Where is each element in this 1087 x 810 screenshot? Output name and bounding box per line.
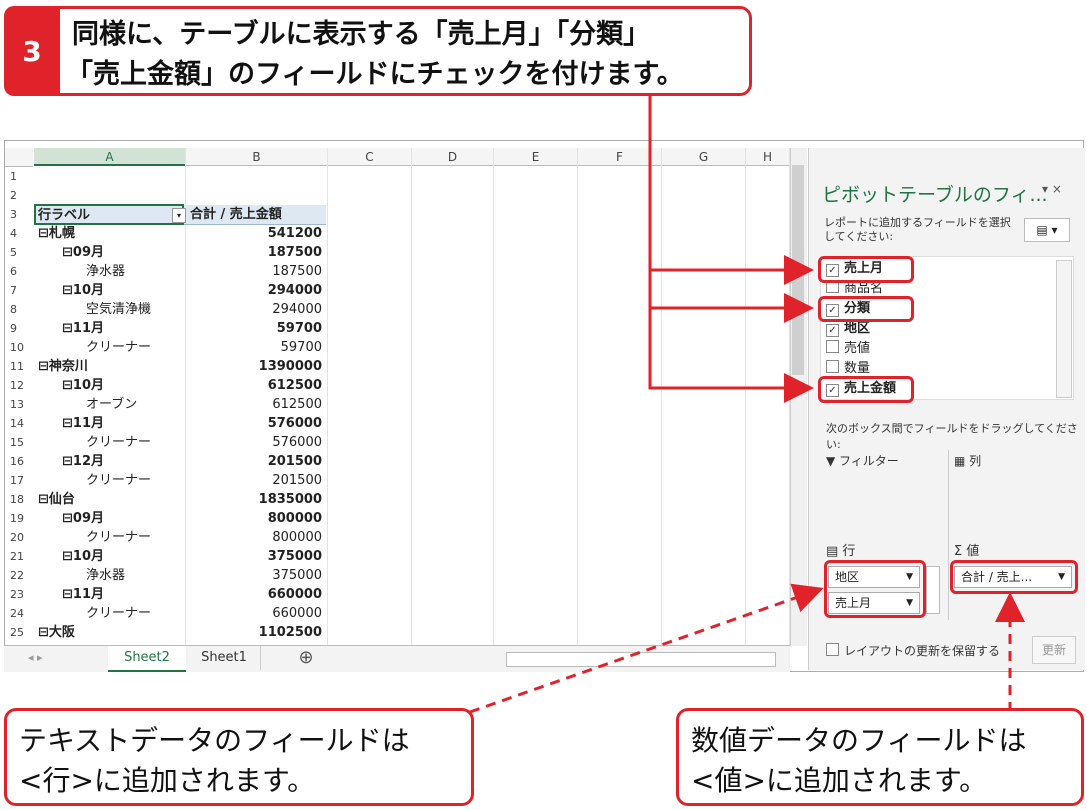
callout-num-line2: <値>に追加されます。 [691,764,988,797]
connector-lines [469,96,1025,714]
callout-text-fields: テキストデータのフィールドは <行>に追加されます。 [4,708,474,806]
callout-num-line1: 数値データのフィールドは [691,724,1027,757]
callout-text-line1: テキストデータのフィールドは [19,724,410,757]
callout-text-line2: <行>に追加されます。 [19,764,316,797]
callout-numeric-fields: 数値データのフィールドは <値>に追加されます。 [676,708,1084,806]
